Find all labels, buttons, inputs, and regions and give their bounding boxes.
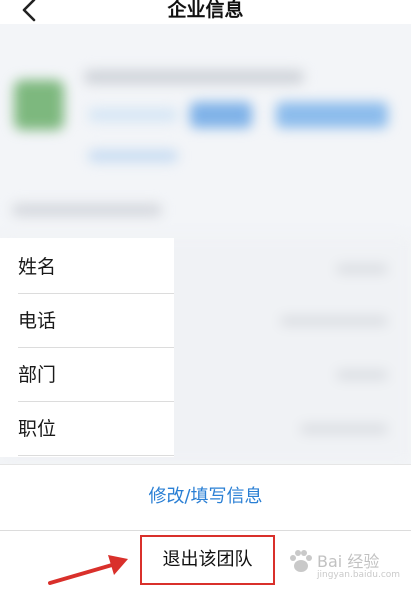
list-item-position[interactable]: 职位 [18,402,174,456]
list-item-phone[interactable]: 电话 [18,294,174,348]
info-list: 姓名 电话 部门 职位 [0,238,174,457]
list-item-name[interactable]: 姓名 [18,240,174,294]
blurred-tag [88,150,178,162]
leave-team-button[interactable]: 退出该团队 [140,535,275,585]
blurred-value [280,316,388,326]
blurred-value [336,264,388,274]
top-nav: 企业信息 [0,0,411,24]
blurred-button [276,102,388,128]
company-logo [14,80,64,130]
blurred-value [300,424,388,434]
edit-info-button[interactable]: 修改/填写信息 [0,464,411,530]
blurred-button [190,102,252,128]
red-arrow-icon [48,555,128,585]
watermark-brand: Bai 经验 [317,552,380,571]
blurred-section-label [12,204,162,216]
blurred-value [336,370,388,380]
watermark-url: jingyan.baidu.com [317,570,401,580]
list-item-department[interactable]: 部门 [18,348,174,402]
watermark: Bai 经验 jingyan.baidu.com [287,546,405,590]
paw-icon [290,550,312,572]
blurred-company-name [84,70,304,84]
page-title: 企业信息 [167,0,244,21]
divider [0,530,411,531]
blurred-tag [88,108,178,122]
